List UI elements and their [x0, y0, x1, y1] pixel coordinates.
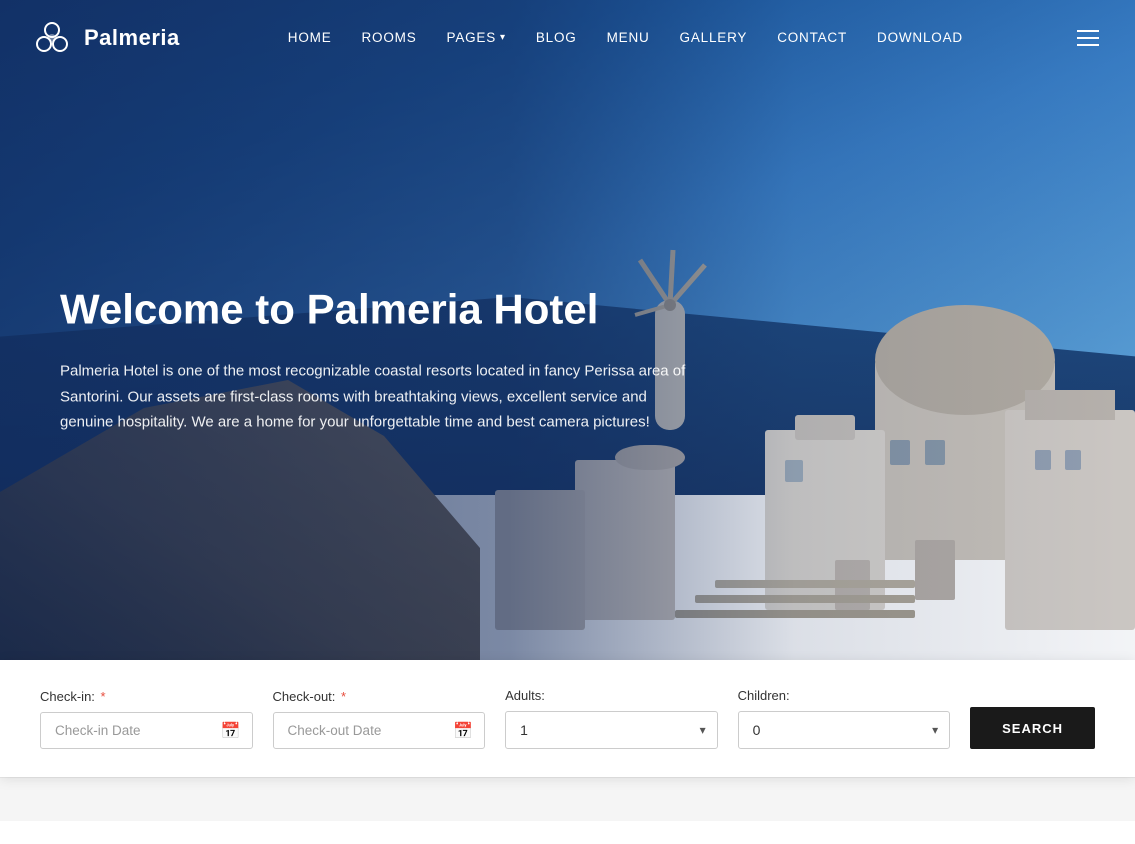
- booking-bar: Check-in: * 📅 Check-out: * 📅 Adults: 1 2…: [0, 660, 1135, 777]
- checkin-input-wrapper: 📅: [40, 712, 253, 749]
- search-button[interactable]: SEARCH: [970, 707, 1095, 749]
- nav-download[interactable]: DOWNLOAD: [877, 30, 963, 45]
- brand-logo-link[interactable]: Palmeria: [30, 16, 180, 60]
- hamburger-menu-button[interactable]: [1071, 24, 1105, 52]
- nav-home[interactable]: HOME: [288, 30, 332, 45]
- brand-name: Palmeria: [84, 25, 180, 51]
- children-label: Children:: [738, 688, 951, 703]
- nav-menu[interactable]: MENU: [607, 30, 650, 45]
- children-select[interactable]: 0 1 2 3 4: [738, 711, 951, 749]
- checkout-label: Check-out: *: [273, 689, 486, 704]
- hero-content: Welcome to Palmeria Hotel Palmeria Hotel…: [60, 285, 700, 436]
- checkin-required: *: [101, 689, 106, 704]
- nav-gallery[interactable]: GALLERY: [680, 30, 748, 45]
- checkout-required: *: [341, 689, 346, 704]
- checkout-field: Check-out: * 📅: [273, 689, 486, 749]
- checkin-label: Check-in: *: [40, 689, 253, 704]
- navbar: Palmeria HOME ROOMS PAGES ▾ BLOG MENU GA…: [0, 0, 1135, 75]
- bottom-bar: [0, 777, 1135, 821]
- hero-section: Welcome to Palmeria Hotel Palmeria Hotel…: [0, 0, 1135, 660]
- nav-blog[interactable]: BLOG: [536, 30, 577, 45]
- adults-label: Adults:: [505, 688, 718, 703]
- checkin-field: Check-in: * 📅: [40, 689, 253, 749]
- checkin-input[interactable]: [40, 712, 253, 749]
- nav-links: HOME ROOMS PAGES ▾ BLOG MENU GALLERY CON…: [288, 29, 963, 47]
- hero-description: Palmeria Hotel is one of the most recogn…: [60, 359, 700, 436]
- nav-pages[interactable]: PAGES ▾: [447, 30, 506, 45]
- adults-select-wrapper: 1 2 3 4 5 ▾: [505, 711, 718, 749]
- nav-rooms[interactable]: ROOMS: [362, 30, 417, 45]
- adults-select[interactable]: 1 2 3 4 5: [505, 711, 718, 749]
- children-field: Children: 0 1 2 3 4 ▾: [738, 688, 951, 749]
- adults-field: Adults: 1 2 3 4 5 ▾: [505, 688, 718, 749]
- nav-contact[interactable]: CONTACT: [777, 30, 847, 45]
- children-select-wrapper: 0 1 2 3 4 ▾: [738, 711, 951, 749]
- brand-logo-icon: [30, 16, 74, 60]
- checkout-input-wrapper: 📅: [273, 712, 486, 749]
- checkout-input[interactable]: [273, 712, 486, 749]
- hero-title: Welcome to Palmeria Hotel: [60, 285, 700, 335]
- pages-dropdown-arrow: ▾: [500, 32, 506, 43]
